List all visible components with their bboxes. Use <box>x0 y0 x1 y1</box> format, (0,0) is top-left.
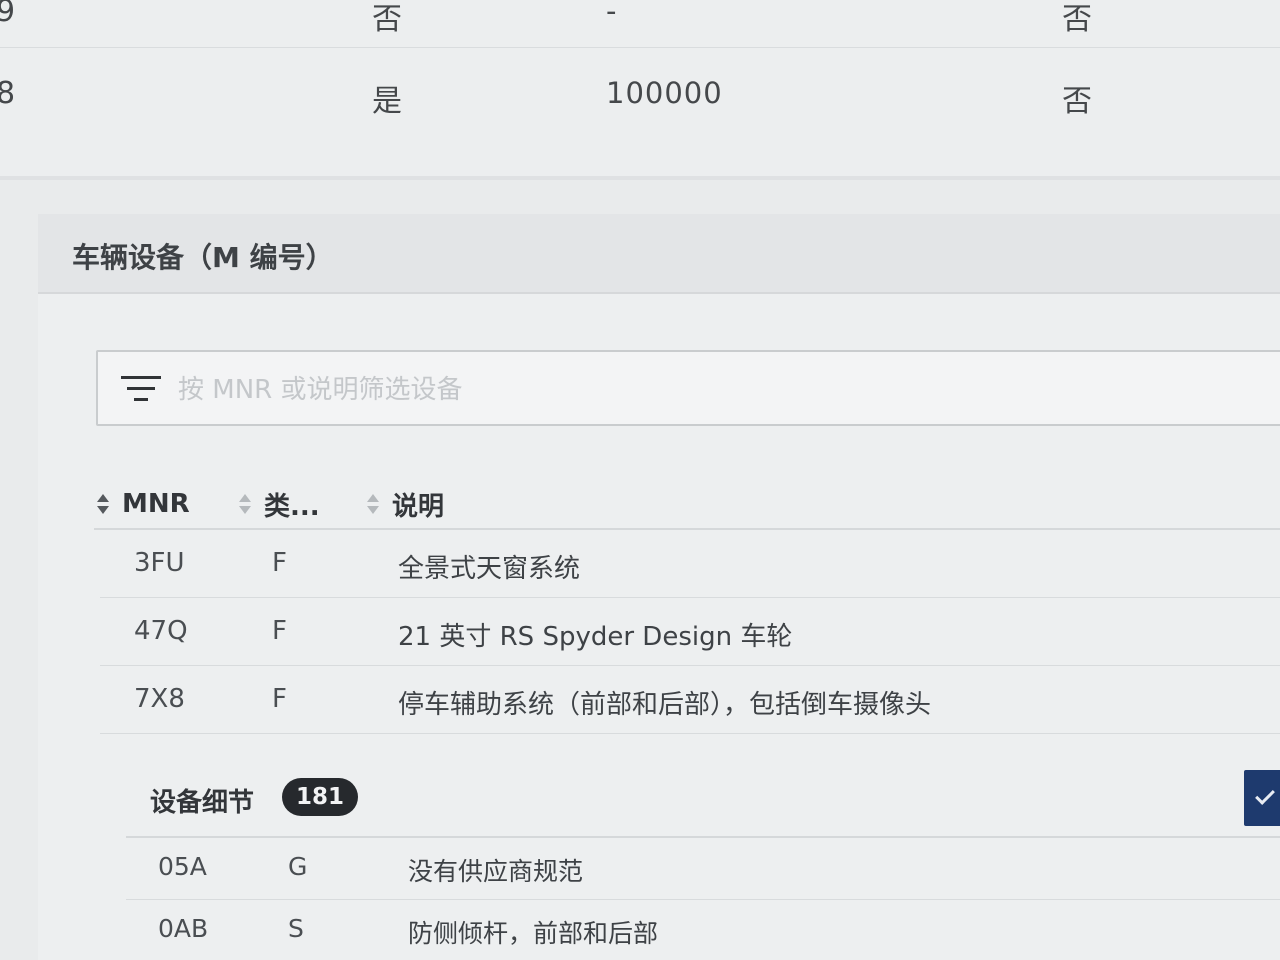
column-header-description[interactable]: 说明 <box>364 484 444 524</box>
cell-mnr: 3FU <box>134 548 185 578</box>
column-header-mnr[interactable]: MNR <box>94 484 190 524</box>
table-row[interactable]: 0AB S 防侧倾杆，前部和后部 <box>126 900 1280 960</box>
details-header: 设备细节 181 <box>126 776 1280 826</box>
filter-icon <box>120 372 162 406</box>
table-row[interactable]: 7X8 F 停车辅助系统（前部和后部），包括倒车摄像头 <box>100 668 1280 734</box>
row-required: 是 <box>372 84 402 119</box>
panel-header: 车辆设备（M 编号） <box>38 214 1280 294</box>
cell-mnr: 7X8 <box>134 684 185 714</box>
row-flag: 否 <box>1062 84 1092 119</box>
sort-icon <box>364 493 382 515</box>
top-table: 9 否 - 否 8 是 100000 否 <box>0 0 1280 178</box>
cell-description: 21 英寸 RS Spyder Design 车轮 <box>398 622 793 652</box>
header-divider <box>94 528 1280 530</box>
filter-input[interactable] <box>178 368 1078 412</box>
sort-icon <box>94 493 112 515</box>
table-row[interactable]: 3FU F 全景式天窗系统 <box>100 532 1280 598</box>
row-index: 8 <box>0 76 16 111</box>
cell-type: F <box>272 684 287 714</box>
check-icon <box>1255 785 1275 805</box>
table-row: 9 否 - 否 <box>0 0 1280 48</box>
cell-mnr: 47Q <box>134 616 188 646</box>
confirm-button[interactable] <box>1244 770 1280 826</box>
row-flag: 否 <box>1062 2 1092 37</box>
cell-description: 防侧倾杆，前部和后部 <box>408 919 659 948</box>
table-row: 8 是 100000 否 <box>0 60 1280 130</box>
column-label: 类... <box>264 491 320 522</box>
cell-type: S <box>288 914 304 943</box>
sort-icon <box>236 493 254 515</box>
row-index: 9 <box>0 0 16 29</box>
equipment-panel: 车辆设备（M 编号） MNR 类... 说明 3FU F 全景式天窗系统 47Q… <box>38 214 1280 960</box>
row-value: - <box>606 0 618 28</box>
column-label: 说明 <box>392 491 445 522</box>
column-header-type[interactable]: 类... <box>236 484 320 524</box>
table-row[interactable]: 05A G 没有供应商规范 <box>126 838 1280 900</box>
cell-description: 全景式天窗系统 <box>398 554 581 584</box>
cell-type: F <box>272 548 287 578</box>
cell-description: 停车辅助系统（前部和后部），包括倒车摄像头 <box>398 690 932 720</box>
cell-mnr: 0AB <box>158 914 209 943</box>
row-required: 否 <box>372 2 402 37</box>
cell-mnr: 05A <box>158 852 207 881</box>
row-value: 100000 <box>606 76 723 110</box>
details-title: 设备细节 <box>150 788 255 818</box>
column-label: MNR <box>122 489 190 519</box>
cell-type: F <box>272 616 287 646</box>
filter-box[interactable] <box>96 350 1280 426</box>
table-row[interactable]: 47Q F 21 英寸 RS Spyder Design 车轮 <box>100 600 1280 666</box>
section-divider <box>0 176 1280 180</box>
panel-title: 车辆设备（M 编号） <box>72 241 334 274</box>
cell-type: G <box>288 852 308 881</box>
count-badge: 181 <box>282 778 359 816</box>
cell-description: 没有供应商规范 <box>408 857 584 886</box>
